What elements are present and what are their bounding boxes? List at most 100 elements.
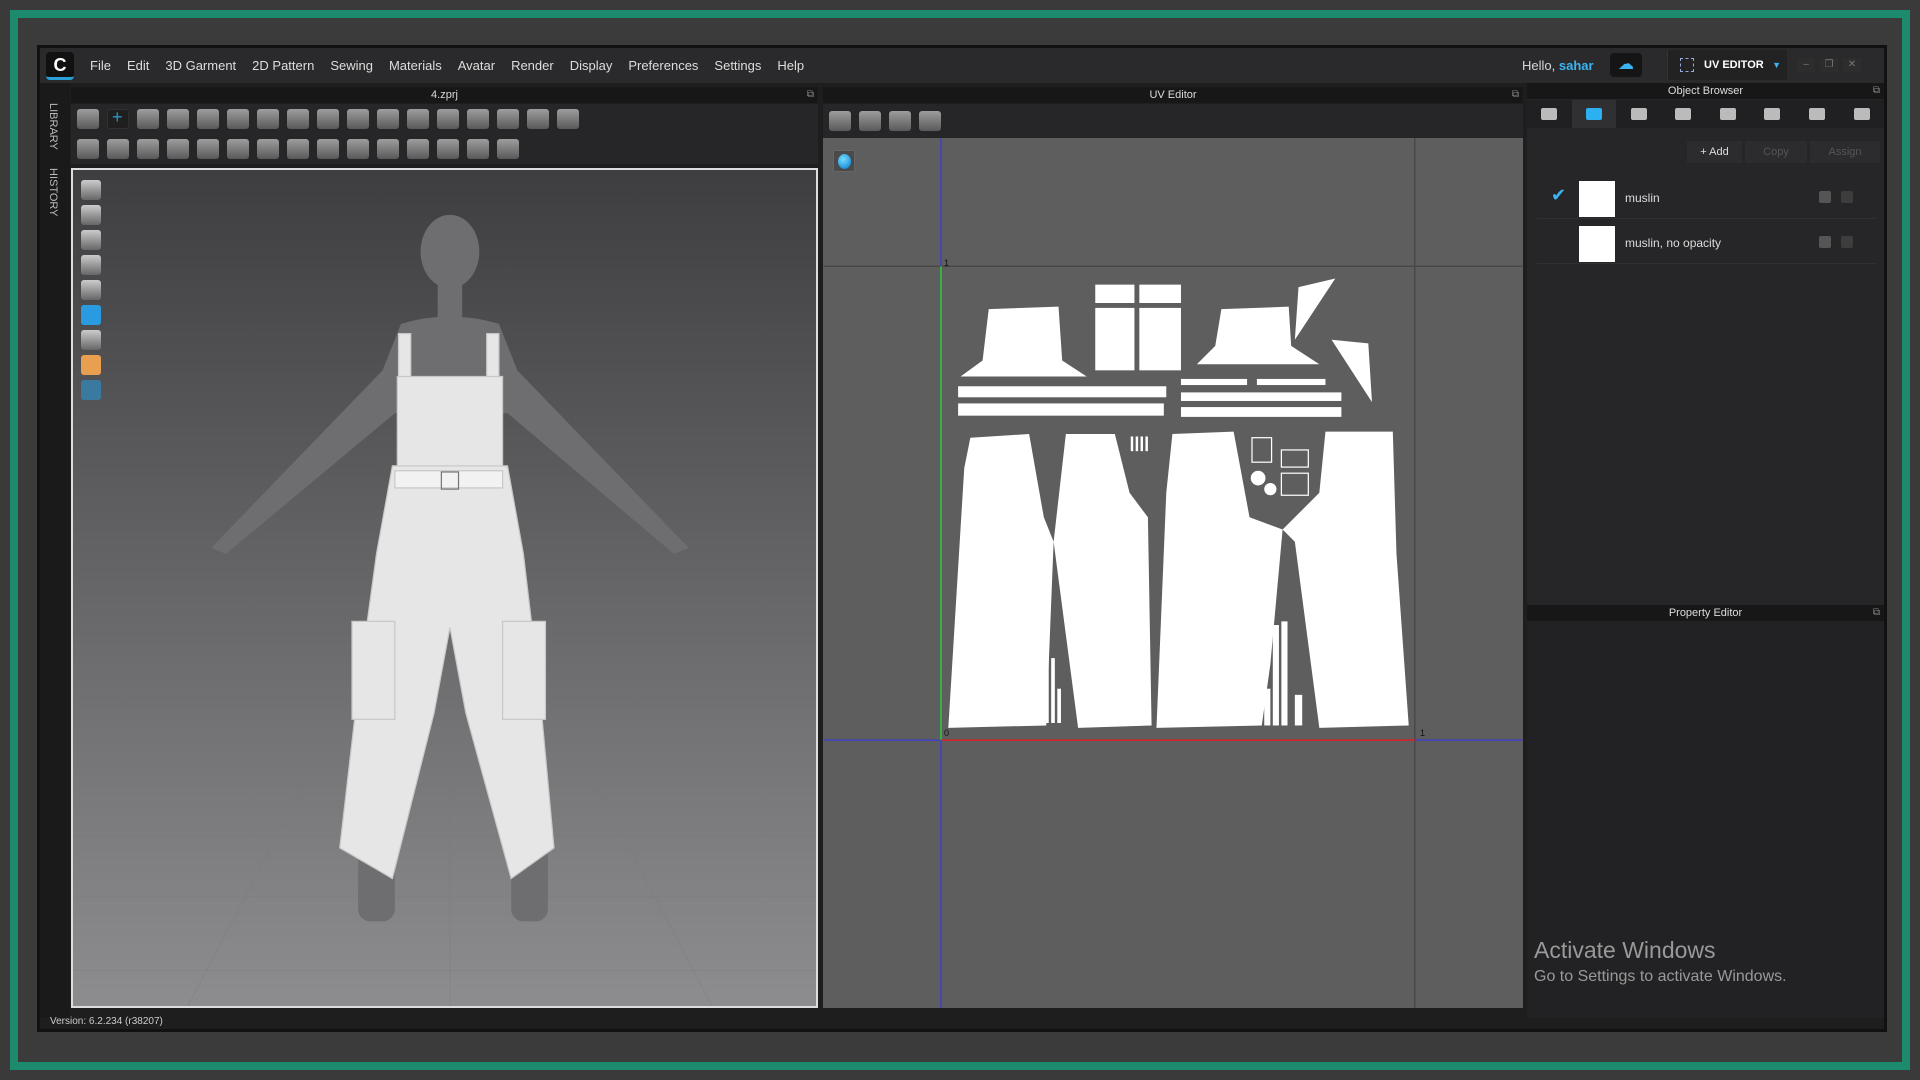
menu-display[interactable]: Display [562,58,621,73]
tab-zigzag[interactable] [1750,100,1795,128]
restore-button[interactable]: ❐ [1820,58,1838,72]
tape2-icon[interactable] [407,139,429,159]
copy-button[interactable]: Copy [1745,141,1807,163]
button-icon[interactable] [257,139,279,159]
material-item[interactable]: muslin, no opacity [1537,220,1877,264]
menu-settings[interactable]: Settings [706,58,769,73]
property-editor-title: Property Editor [1668,607,1743,619]
activation-watermark: Activate Windows Go to Settings to activa… [1534,937,1787,986]
camera-garment-icon[interactable] [859,111,881,131]
select-move-icon[interactable] [107,107,129,129]
menu-help[interactable]: Help [769,58,812,73]
fabric-icon[interactable] [437,139,459,159]
popout-icon[interactable]: ⧉ [1873,83,1880,99]
export-icon[interactable] [377,109,399,129]
segment-icon[interactable] [227,109,249,129]
camera-uv-icon[interactable] [829,111,851,131]
shrink-icon[interactable] [497,139,519,159]
curve-icon[interactable] [257,109,279,129]
delete-icon[interactable] [1841,191,1853,203]
tab-button[interactable] [1616,100,1661,128]
arrow-down-icon[interactable] [77,109,99,129]
menu-2d-pattern[interactable]: 2D Pattern [244,58,322,73]
needle-icon[interactable] [107,139,129,159]
tab-fabric[interactable] [1571,100,1617,128]
uv-canvas[interactable]: 1 0 1 [823,138,1523,1008]
greeting-text: Hello, [1522,58,1556,73]
uv-piece [1180,378,1248,386]
uv-piece [1139,284,1181,304]
close-button[interactable]: ✕ [1843,58,1861,72]
username[interactable]: sahar [1559,58,1594,73]
pin-icon[interactable] [317,109,339,129]
menu-3d-garment[interactable]: 3D Garment [157,58,244,73]
material-item[interactable]: ✔ muslin [1537,175,1877,219]
button2-icon[interactable] [287,139,309,159]
tack-icon[interactable] [347,109,369,129]
menu-bar: C File Edit 3D Garment 2D Pattern Sewing Mate… [40,48,1884,83]
tab-line[interactable] [1706,100,1751,128]
mirror-icon[interactable] [467,109,489,129]
uv-piece [1095,284,1135,304]
shirt-icon[interactable] [407,109,429,129]
needle2-icon[interactable] [137,139,159,159]
dropdown-arrow-icon[interactable]: ▼ [1772,50,1781,80]
pattern-icon[interactable] [197,139,219,159]
file-title: 4.zprj [431,89,458,101]
fabric-action-icon[interactable] [1819,191,1831,203]
uv-piece [958,403,1164,416]
tab-buildings[interactable] [1795,100,1840,128]
mode-selector[interactable]: UV EDITOR ▼ [1667,50,1787,80]
uv-editor-header: UV Editor ⧉ [823,87,1523,103]
property-editor-header: Property Editor ⧉ [1527,605,1884,621]
add-button[interactable]: + Add [1687,141,1742,163]
garment-pair-icon[interactable] [919,111,941,131]
line-icon [1719,108,1736,120]
side-strip: LIBRARY HISTORY [40,83,70,1018]
popout-icon[interactable]: ⧉ [807,87,814,103]
minimize-button[interactable]: – [1797,58,1815,72]
3d-viewport[interactable] [71,168,818,1008]
move-garment-icon[interactable] [889,111,911,131]
tape-icon[interactable] [377,139,399,159]
uv-piece [1139,307,1181,371]
right-panel: Object Browser ⧉ + Add Copy Assign ✔ musli… [1527,83,1884,1018]
fold-icon[interactable] [197,109,219,129]
button-icon [1630,108,1647,120]
cloud-icon[interactable]: ☁ [1610,53,1642,77]
mesh-icon[interactable] [527,109,549,129]
avatar-icon[interactable] [497,109,519,129]
menu-render[interactable]: Render [503,58,562,73]
history-tab[interactable]: HISTORY [47,168,59,217]
delete-icon[interactable] [1841,236,1853,248]
check-icon[interactable] [227,139,249,159]
arrange-icon[interactable] [557,109,579,129]
zipper-icon[interactable] [347,139,369,159]
buildings-icon [1809,108,1826,120]
buttonhole-icon[interactable] [317,139,339,159]
flip-icon[interactable] [437,109,459,129]
material-swatch [1579,226,1615,262]
tab-topstitch[interactable] [1661,100,1706,128]
menu-preferences[interactable]: Preferences [620,58,706,73]
assign-button[interactable]: Assign [1810,141,1880,163]
fabric2-icon[interactable] [467,139,489,159]
menu-avatar[interactable]: Avatar [450,58,503,73]
texture-icon[interactable] [167,139,189,159]
tab-list[interactable] [1527,100,1572,128]
edit-point-icon[interactable] [77,139,99,159]
menu-edit[interactable]: Edit [119,58,157,73]
sew-icon[interactable] [287,109,309,129]
transform-pattern-icon[interactable] [137,109,159,129]
popout-icon[interactable]: ⧉ [1512,87,1519,103]
menu-materials[interactable]: Materials [381,58,450,73]
garment-icon[interactable] [167,109,189,129]
uv-layout [823,138,1523,1008]
clo-logo-icon[interactable]: C [46,51,74,80]
tab-ruler[interactable] [1839,100,1884,128]
menu-sewing[interactable]: Sewing [322,58,381,73]
menu-file[interactable]: File [82,58,119,73]
library-tab[interactable]: LIBRARY [47,103,59,150]
popout-icon[interactable]: ⧉ [1873,605,1880,621]
fabric-action-icon[interactable] [1819,236,1831,248]
